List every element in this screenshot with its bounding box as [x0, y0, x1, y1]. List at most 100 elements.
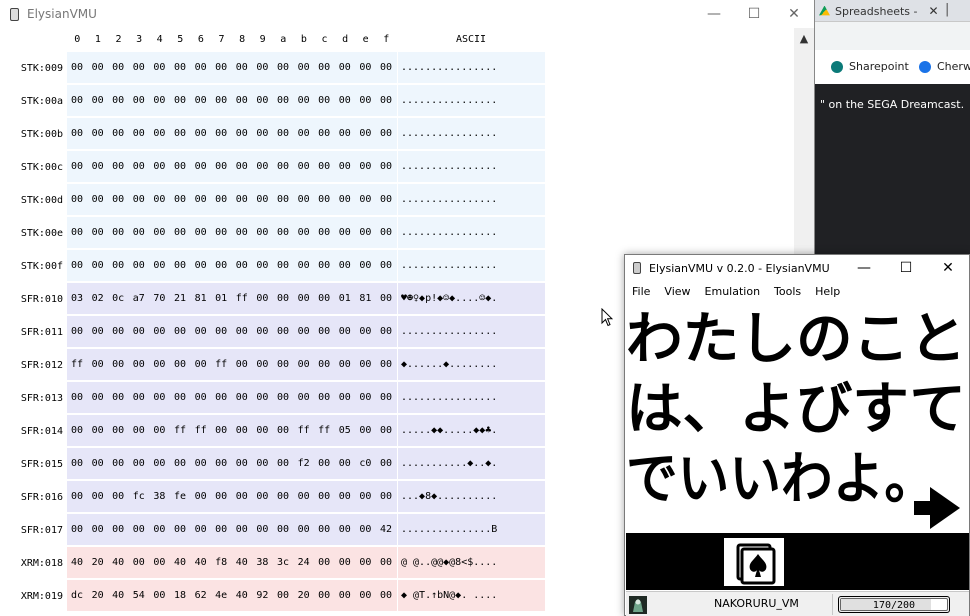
byte-cell[interactable]: 00 [314, 151, 334, 183]
byte-cell[interactable]: 00 [355, 580, 375, 612]
close-button[interactable]: ✕ [927, 260, 969, 276]
browser-menu-icon[interactable]: | [945, 2, 949, 17]
byte-cell[interactable]: 00 [355, 118, 375, 150]
byte-cell[interactable]: 00 [232, 85, 252, 117]
byte-cell[interactable]: 00 [273, 316, 293, 348]
byte-cell[interactable]: 00 [355, 514, 375, 546]
byte-cell[interactable]: 00 [232, 151, 252, 183]
byte-cell[interactable]: 00 [252, 250, 272, 282]
byte-cell[interactable]: 00 [129, 547, 149, 579]
byte-cell[interactable]: 00 [294, 217, 314, 249]
byte-cell[interactable]: 00 [252, 217, 272, 249]
byte-cell[interactable]: 00 [211, 118, 231, 150]
byte-cell[interactable]: 00 [376, 349, 396, 381]
byte-cell[interactable]: 00 [211, 85, 231, 117]
byte-cell[interactable]: 3c [273, 547, 293, 579]
byte-cell[interactable]: 40 [67, 547, 87, 579]
byte-cell[interactable]: 00 [376, 85, 396, 117]
byte-cell[interactable]: 00 [88, 349, 108, 381]
menu-tools[interactable]: Tools [774, 285, 801, 298]
byte-cell[interactable]: 00 [129, 382, 149, 414]
byte-cell[interactable]: 00 [129, 52, 149, 84]
byte-cell[interactable]: 00 [170, 118, 190, 150]
byte-cell[interactable]: 00 [191, 382, 211, 414]
byte-cell[interactable]: 00 [252, 448, 272, 480]
byte-cell[interactable]: 00 [355, 415, 375, 447]
byte-cell[interactable]: 00 [129, 118, 149, 150]
byte-cell[interactable]: 00 [294, 481, 314, 513]
byte-cell[interactable]: 00 [335, 580, 355, 612]
byte-cell[interactable]: 00 [191, 52, 211, 84]
byte-cell[interactable]: 00 [149, 448, 169, 480]
byte-cell[interactable]: 00 [355, 250, 375, 282]
byte-cell[interactable]: 00 [88, 52, 108, 84]
byte-cell[interactable]: 00 [294, 184, 314, 216]
bookmark-cherwell[interactable]: Cherw [919, 60, 970, 73]
byte-cell[interactable]: 00 [149, 415, 169, 447]
byte-cell[interactable]: 00 [273, 217, 293, 249]
byte-cell[interactable]: 00 [191, 85, 211, 117]
byte-cell[interactable]: 00 [67, 514, 87, 546]
byte-cell[interactable]: 00 [232, 382, 252, 414]
byte-cell[interactable]: ff [314, 415, 334, 447]
byte-cell[interactable]: 20 [294, 580, 314, 612]
byte-cell[interactable]: 00 [149, 217, 169, 249]
byte-cell[interactable]: 00 [67, 217, 87, 249]
byte-cell[interactable]: 00 [88, 85, 108, 117]
byte-cell[interactable]: 00 [335, 514, 355, 546]
byte-cell[interactable]: 00 [376, 481, 396, 513]
byte-cell[interactable]: 00 [88, 217, 108, 249]
byte-cell[interactable]: 00 [273, 349, 293, 381]
byte-cell[interactable]: 00 [149, 580, 169, 612]
menu-emulation[interactable]: Emulation [705, 285, 761, 298]
byte-cell[interactable]: 00 [335, 547, 355, 579]
byte-cell[interactable]: 00 [355, 382, 375, 414]
byte-cell[interactable]: 00 [294, 151, 314, 183]
byte-cell[interactable]: 00 [314, 547, 334, 579]
byte-cell[interactable]: 00 [149, 547, 169, 579]
byte-cell[interactable]: 00 [88, 514, 108, 546]
byte-cell[interactable]: 00 [252, 52, 272, 84]
byte-cell[interactable]: 00 [67, 415, 87, 447]
byte-cell[interactable]: 00 [335, 85, 355, 117]
byte-cell[interactable]: 00 [355, 85, 375, 117]
byte-cell[interactable]: 00 [273, 580, 293, 612]
byte-cell[interactable]: 00 [170, 250, 190, 282]
byte-cell[interactable]: 00 [211, 514, 231, 546]
byte-cell[interactable]: 00 [129, 448, 149, 480]
byte-cell[interactable]: 00 [191, 448, 211, 480]
byte-cell[interactable]: 00 [252, 415, 272, 447]
byte-cell[interactable]: 00 [252, 514, 272, 546]
byte-cell[interactable]: 05 [335, 415, 355, 447]
byte-cell[interactable]: 00 [335, 217, 355, 249]
byte-cell[interactable]: 00 [108, 52, 128, 84]
byte-cell[interactable]: 81 [191, 283, 211, 315]
byte-cell[interactable]: 00 [170, 184, 190, 216]
byte-cell[interactable]: 00 [355, 52, 375, 84]
byte-cell[interactable]: 00 [129, 85, 149, 117]
byte-cell[interactable]: 00 [211, 250, 231, 282]
menu-help[interactable]: Help [815, 285, 840, 298]
byte-cell[interactable]: 00 [314, 85, 334, 117]
byte-cell[interactable]: 00 [129, 217, 149, 249]
byte-cell[interactable]: 40 [191, 547, 211, 579]
byte-cell[interactable]: 00 [191, 250, 211, 282]
byte-cell[interactable]: 00 [273, 250, 293, 282]
byte-cell[interactable]: 00 [170, 151, 190, 183]
byte-cell[interactable]: 00 [252, 283, 272, 315]
byte-cell[interactable]: 00 [252, 118, 272, 150]
byte-cell[interactable]: 00 [108, 217, 128, 249]
byte-cell[interactable]: 00 [252, 85, 272, 117]
byte-cell[interactable]: 00 [232, 118, 252, 150]
byte-cell[interactable]: 00 [191, 151, 211, 183]
byte-cell[interactable]: 00 [232, 250, 252, 282]
byte-cell[interactable]: 00 [252, 382, 272, 414]
byte-cell[interactable]: 00 [314, 514, 334, 546]
byte-cell[interactable]: 00 [129, 316, 149, 348]
byte-cell[interactable]: 00 [67, 85, 87, 117]
byte-cell[interactable]: 00 [314, 250, 334, 282]
byte-cell[interactable]: 00 [149, 52, 169, 84]
byte-cell[interactable]: 00 [294, 52, 314, 84]
byte-cell[interactable]: 00 [376, 580, 396, 612]
byte-cell[interactable]: f8 [211, 547, 231, 579]
